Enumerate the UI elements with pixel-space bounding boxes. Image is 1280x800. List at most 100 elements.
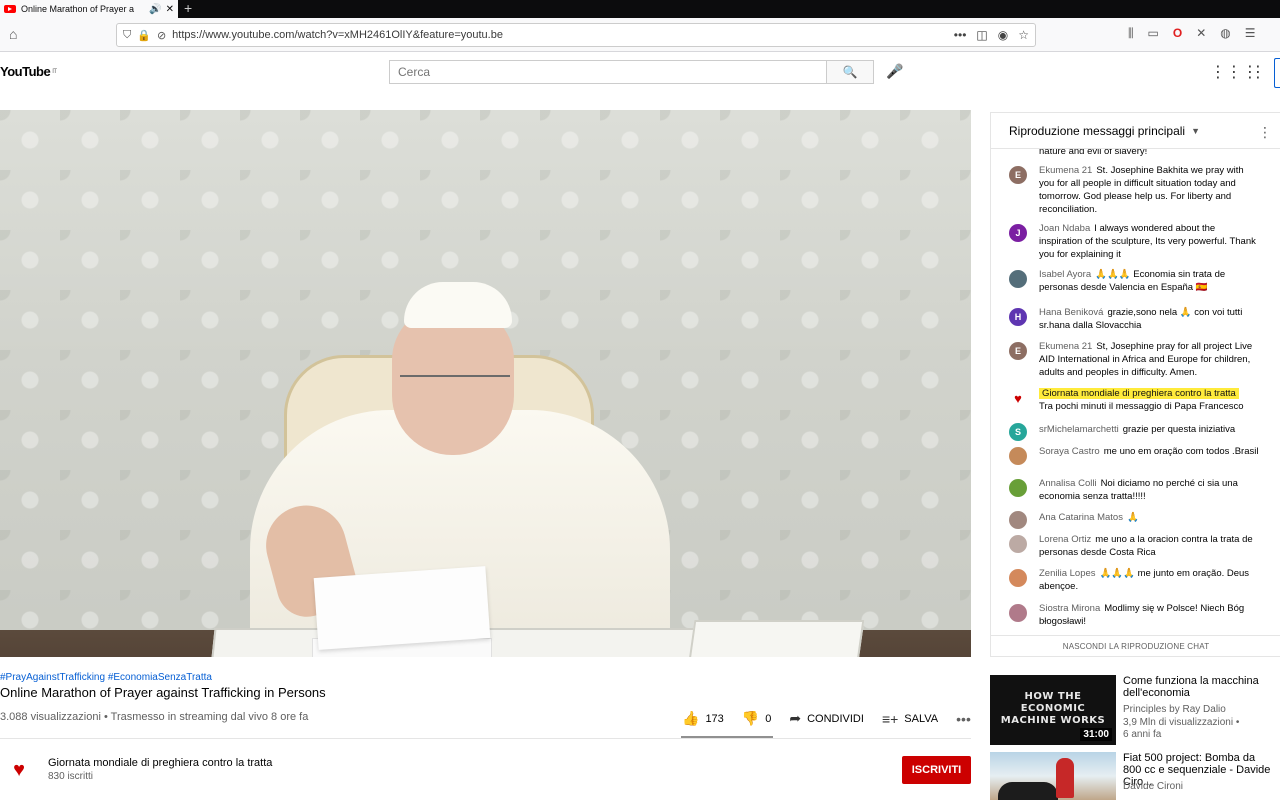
like-button[interactable]: 👍 173 — [682, 710, 724, 727]
avatar[interactable]: J — [1009, 224, 1027, 242]
chat-messages[interactable]: nature and evil of slavery! E Ekumena 21… — [991, 149, 1280, 633]
avatar[interactable] — [1009, 569, 1027, 587]
share-arrow-icon: ➦ — [789, 710, 802, 726]
home-icon[interactable]: ⌂ — [9, 26, 25, 42]
sidebar-icon[interactable]: ▭ — [1148, 26, 1159, 41]
chat-author[interactable]: Hana Beniková — [1039, 307, 1103, 318]
video-title: Online Marathon of Prayer against Traffi… — [0, 685, 326, 700]
library-icon[interactable]: ⫼ — [1128, 26, 1134, 41]
opera-extension-icon[interactable]: O — [1173, 26, 1182, 41]
search-button[interactable]: 🔍 — [826, 60, 874, 84]
chat-author[interactable]: Isabel Ayora — [1039, 269, 1091, 280]
pocket-icon[interactable]: ◫ — [976, 28, 987, 42]
playlist-add-icon: ≡+ — [881, 710, 899, 727]
sign-in-button[interactable] — [1274, 58, 1280, 88]
thumbnail-text: HOW THE ECONOMIC MACHINE WORKS — [1000, 691, 1106, 726]
channel-heart-icon[interactable]: ♥ — [1009, 389, 1027, 407]
recommended-age: 6 anni fa — [1123, 729, 1162, 740]
share-label: CONDIVIDI — [807, 712, 864, 725]
avatar[interactable]: H — [1009, 308, 1027, 326]
avatar[interactable]: E — [1009, 166, 1027, 184]
chat-mode-label: Riproduzione messaggi principali — [1009, 123, 1186, 138]
extension-globe-icon[interactable]: ◍ — [1220, 26, 1230, 41]
save-button[interactable]: ≡+ SALVA — [882, 711, 938, 727]
chat-author[interactable]: Lorena Ortiz — [1039, 534, 1091, 545]
browser-nav-bar: ⌂ ⛉ 🔒 ⊘ https://www.youtube.com/watch?v=… — [0, 18, 1280, 52]
video-duration: 31:00 — [1080, 728, 1112, 741]
chat-replay-panel: Riproduzione messaggi principali ▼ ⋮ nat… — [990, 112, 1280, 657]
chat-more-icon[interactable]: ⋮ — [1258, 124, 1272, 141]
recommended-channel[interactable]: Davide Cironi — [1123, 781, 1183, 792]
chat-text: nature and evil of slavery! — [1039, 149, 1148, 157]
avatar[interactable] — [1009, 447, 1027, 465]
avatar[interactable] — [1009, 479, 1027, 497]
new-tab-button[interactable]: + — [184, 0, 192, 16]
video-player[interactable]: zoom ♥ — [0, 110, 971, 657]
avatar[interactable] — [1009, 511, 1027, 529]
video-actions: 👍 173 👎 0 ➦ CONDIVIDI ≡+ SALVA ••• — [682, 710, 971, 727]
youtube-favicon-icon — [4, 5, 16, 13]
microphone-icon[interactable]: 🎤 — [886, 63, 903, 80]
save-label: SALVA — [904, 712, 939, 725]
divider — [0, 738, 971, 739]
avatar[interactable]: S — [1009, 423, 1027, 441]
recommended-title[interactable]: Come funziona la macchina dell'economia — [1123, 675, 1273, 699]
url-bar[interactable]: ⛉ 🔒 ⊘ https://www.youtube.com/watch?v=xM… — [116, 23, 1036, 47]
logo-text: YouTube — [0, 64, 51, 79]
recommended-views: 3,9 Mln di visualizzazioni • — [1123, 717, 1240, 728]
extension-x-icon[interactable]: ✕ — [1196, 26, 1206, 41]
avatar[interactable] — [1009, 604, 1027, 622]
chat-header[interactable]: Riproduzione messaggi principali ▼ ⋮ — [991, 113, 1280, 149]
chat-author[interactable]: Ekumena 21 — [1039, 165, 1092, 176]
url-text[interactable]: https://www.youtube.com/watch?v=xMH2461O… — [172, 29, 954, 41]
lock-icon[interactable]: 🔒 — [137, 29, 151, 42]
menu-icon[interactable]: ☰ — [1245, 26, 1256, 41]
channel-name[interactable]: Giornata mondiale di preghiera contro la… — [48, 757, 272, 769]
video-desk-folder — [685, 620, 865, 657]
avatar[interactable] — [1009, 535, 1027, 553]
dislike-count: 0 — [765, 712, 772, 725]
video-speaker-glasses — [400, 375, 510, 403]
chevron-down-icon: ▼ — [1191, 125, 1201, 136]
permissions-icon[interactable]: ⊘ — [157, 29, 166, 42]
chat-author[interactable]: Ana Catarina Matos — [1039, 512, 1123, 523]
chat-author[interactable]: Annalisa Colli — [1039, 478, 1097, 489]
chat-text: grazie per questa iniziativa — [1122, 424, 1236, 435]
chat-author[interactable]: srMichelamarchetti — [1039, 424, 1119, 435]
chat-text: 🙏 — [1126, 512, 1139, 523]
more-actions-icon[interactable]: ••• — [956, 711, 971, 727]
chat-author[interactable]: Zenilia Lopes — [1039, 568, 1096, 579]
dislike-button[interactable]: 👎 0 — [742, 710, 772, 727]
thumbnail-car — [998, 782, 1058, 800]
bookmark-star-icon[interactable]: ☆ — [1018, 28, 1029, 42]
channel-avatar[interactable]: ♥ — [3, 754, 35, 786]
browser-tab-title: Online Marathon of Prayer a — [21, 4, 135, 14]
chat-author[interactable]: Joan Ndaba — [1039, 223, 1090, 234]
avatar[interactable] — [1009, 270, 1027, 288]
share-button[interactable]: ➦ CONDIVIDI — [789, 710, 864, 727]
video-thumbnail[interactable] — [990, 752, 1116, 800]
youtube-logo[interactable]: YouTube IT — [0, 64, 57, 79]
chat-author[interactable]: Soraya Castro — [1039, 446, 1100, 457]
chat-author[interactable]: Siostra Mirona — [1039, 603, 1100, 614]
youtube-header: YouTube IT 🔍 🎤 ⋮⋮⋮ ⋮ — [0, 52, 1280, 94]
browser-tab-active[interactable]: Online Marathon of Prayer a 🔊 ✕ — [0, 0, 178, 18]
video-held-paper — [313, 566, 491, 650]
subscribe-button[interactable]: ISCRIVITI — [902, 756, 971, 784]
reader-icon[interactable]: ◉ — [998, 28, 1008, 42]
close-tab-icon[interactable]: ✕ — [166, 4, 174, 15]
page-actions-icon[interactable]: ••• — [954, 28, 967, 42]
settings-menu-icon[interactable]: ⋮ — [1250, 62, 1266, 82]
chat-author[interactable]: Ekumena 21 — [1039, 341, 1092, 352]
browser-toolbar-right: ⫼ ▭ O ✕ ◍ ☰ — [1128, 26, 1256, 41]
chat-text: me uno em oração com todos .Brasil — [1103, 446, 1259, 457]
video-hashtags[interactable]: #PrayAgainstTrafficking #EconomiaSenzaTr… — [0, 672, 212, 683]
shield-icon[interactable]: ⛉ — [123, 29, 131, 42]
search-input[interactable] — [389, 60, 827, 84]
video-thumbnail[interactable]: HOW THE ECONOMIC MACHINE WORKS 31:00 — [990, 675, 1116, 745]
recommended-channel[interactable]: Principles by Ray Dalio — [1123, 704, 1226, 715]
speaker-icon[interactable]: 🔊 — [149, 4, 161, 15]
chat-author-highlighted[interactable]: Giornata mondiale di preghiera contro la… — [1039, 388, 1239, 399]
hide-chat-replay-button[interactable]: NASCONDI LA RIPRODUZIONE CHAT — [991, 635, 1280, 657]
avatar[interactable]: E — [1009, 342, 1027, 360]
